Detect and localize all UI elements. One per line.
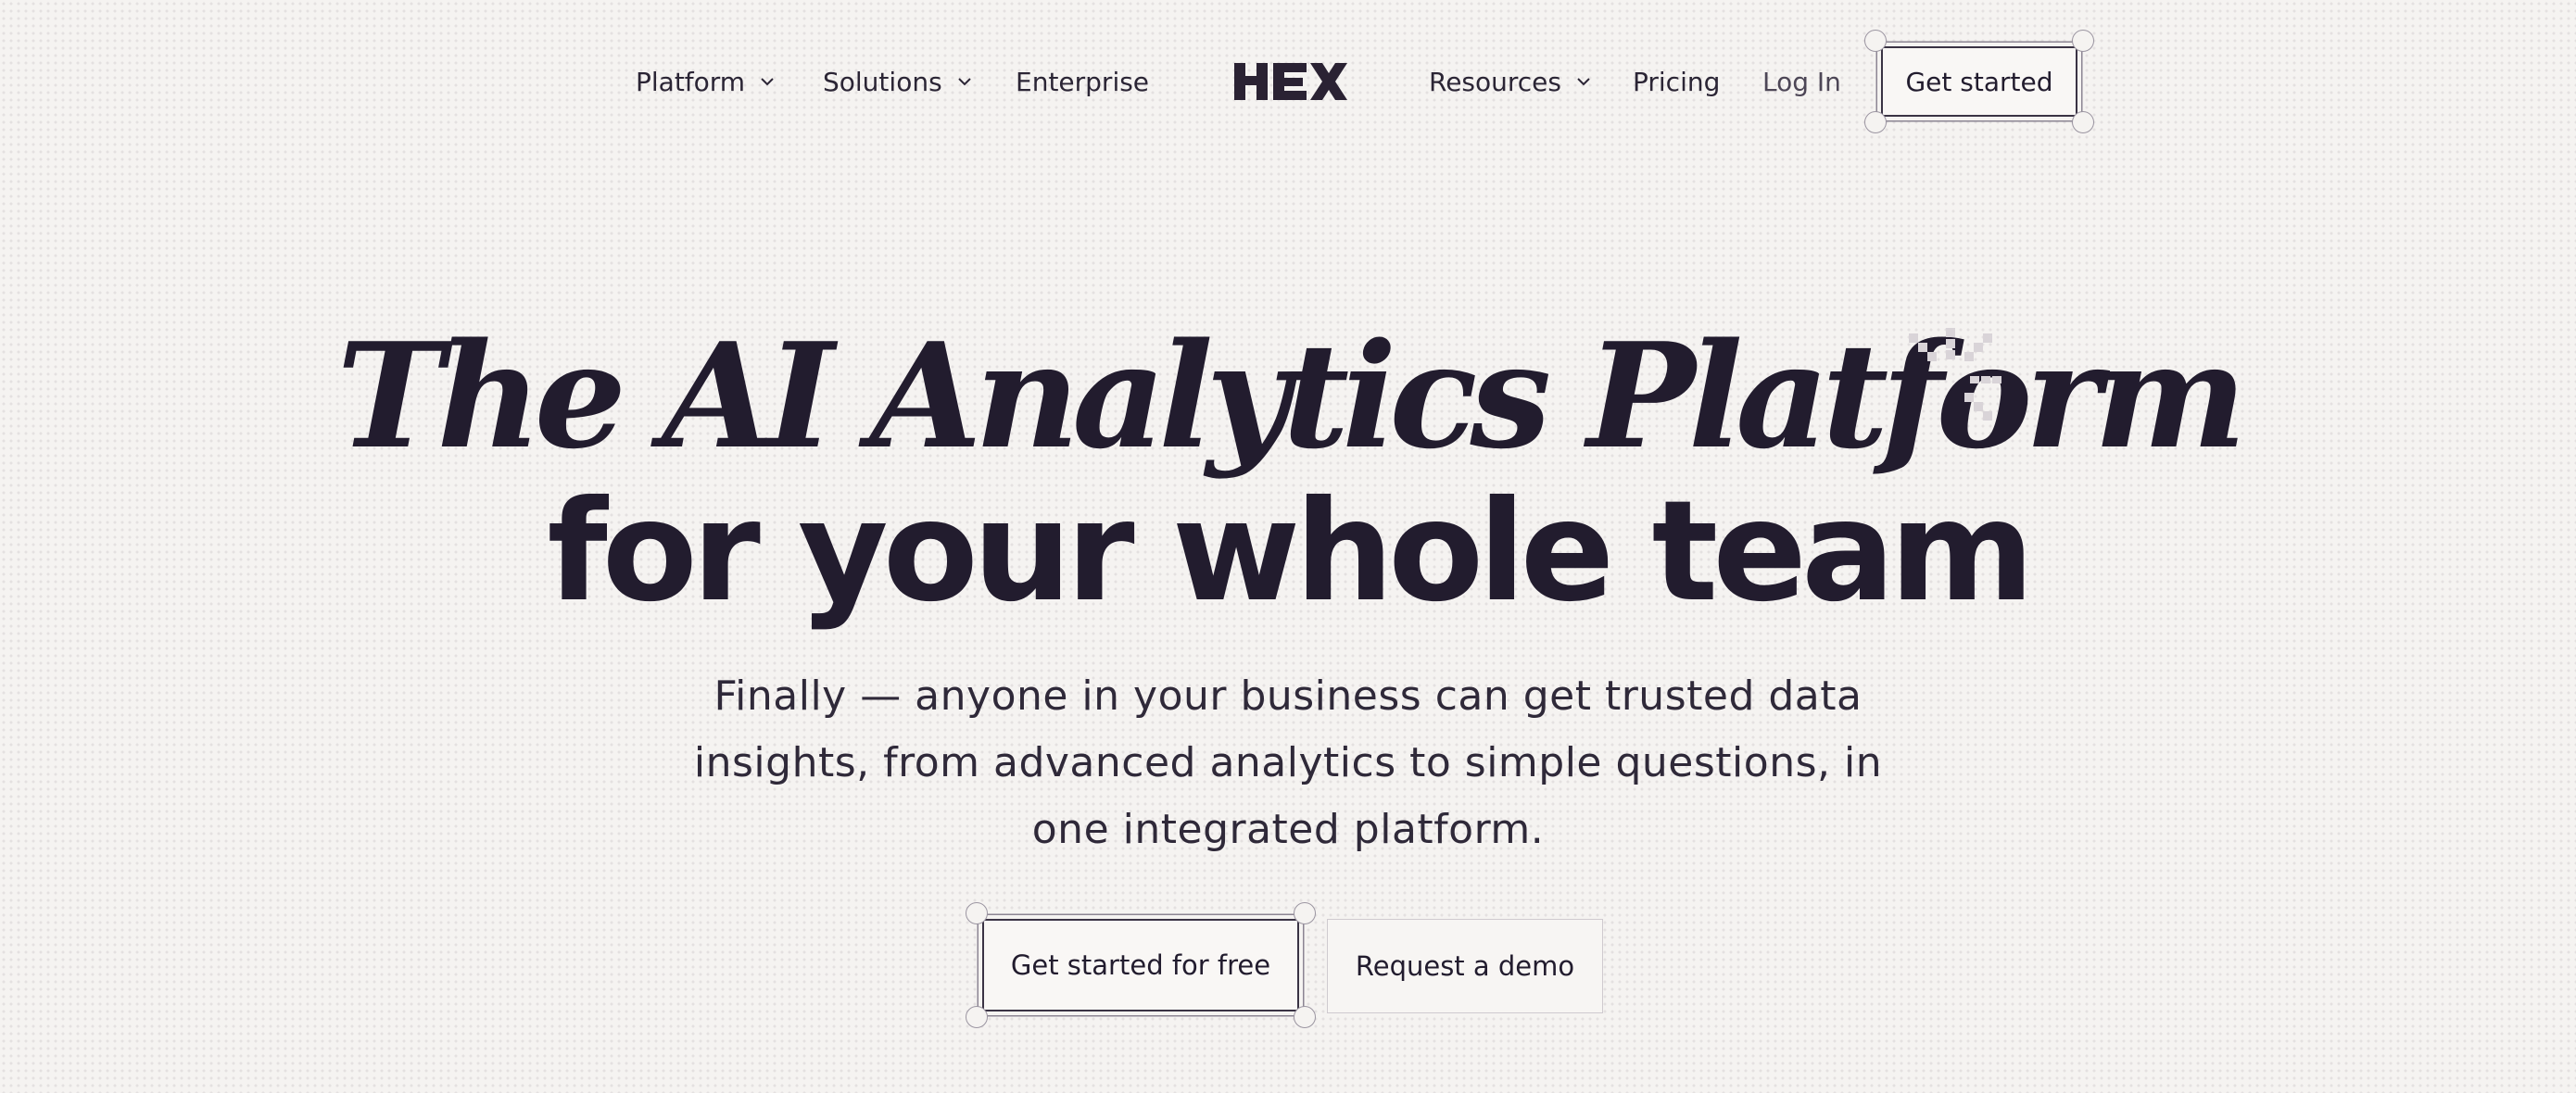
- corner-handle: [2072, 30, 2094, 52]
- sparkle-icon: [1903, 328, 2005, 430]
- hero-subtitle-line: Finally — anyone in your business can ge…: [713, 672, 1863, 720]
- corner-handle: [1294, 902, 1316, 924]
- nav-solutions-label: Solutions: [823, 66, 942, 97]
- hero-subtitle-line: insights, from advanced analytics to sim…: [693, 739, 1883, 786]
- request-demo-label: Request a demo: [1355, 950, 1575, 982]
- nav-resources[interactable]: Resources: [1429, 56, 1591, 107]
- nav-pricing[interactable]: Pricing: [1633, 56, 1720, 107]
- chevron-down-icon: [957, 77, 972, 86]
- login-link[interactable]: Log In: [1762, 56, 1841, 107]
- chevron-down-icon: [760, 77, 775, 86]
- nav-platform-label: Platform: [636, 66, 746, 97]
- chevron-down-icon: [1576, 77, 1591, 86]
- hex-logo-mark: [1234, 63, 1347, 100]
- nav-enterprise-label: Enterprise: [1016, 66, 1150, 97]
- nav-platform[interactable]: Platform: [636, 56, 775, 107]
- request-demo-button[interactable]: Request a demo: [1327, 919, 1603, 1013]
- nav-enterprise[interactable]: Enterprise: [1016, 56, 1149, 107]
- nav-solutions[interactable]: Solutions: [823, 56, 972, 107]
- nav-resources-label: Resources: [1429, 66, 1561, 97]
- corner-handle: [2072, 111, 2094, 133]
- corner-handle: [1864, 111, 1887, 133]
- hex-logo[interactable]: [1232, 57, 1353, 106]
- get-started-free-button[interactable]: Get started for free: [966, 902, 1316, 1028]
- hero-subtitle-line: one integrated platform.: [1031, 806, 1545, 853]
- login-label: Log In: [1762, 66, 1841, 97]
- corner-handle: [1294, 1006, 1316, 1028]
- hero-title-line1: The AI Analytics Platform: [336, 311, 2246, 481]
- get-started-label: Get started: [1905, 66, 2053, 97]
- get-started-free-label: Get started for free: [1010, 949, 1271, 981]
- hero-title-line2: for your whole team: [547, 471, 2034, 633]
- corner-handle: [1864, 30, 1887, 52]
- hero-subtitle: Finally — anyone in your business can ge…: [686, 663, 1890, 863]
- corner-handle: [966, 1006, 988, 1028]
- nav-pricing-label: Pricing: [1633, 66, 1721, 97]
- get-started-button[interactable]: Get started: [1864, 30, 2094, 133]
- corner-handle: [966, 902, 988, 924]
